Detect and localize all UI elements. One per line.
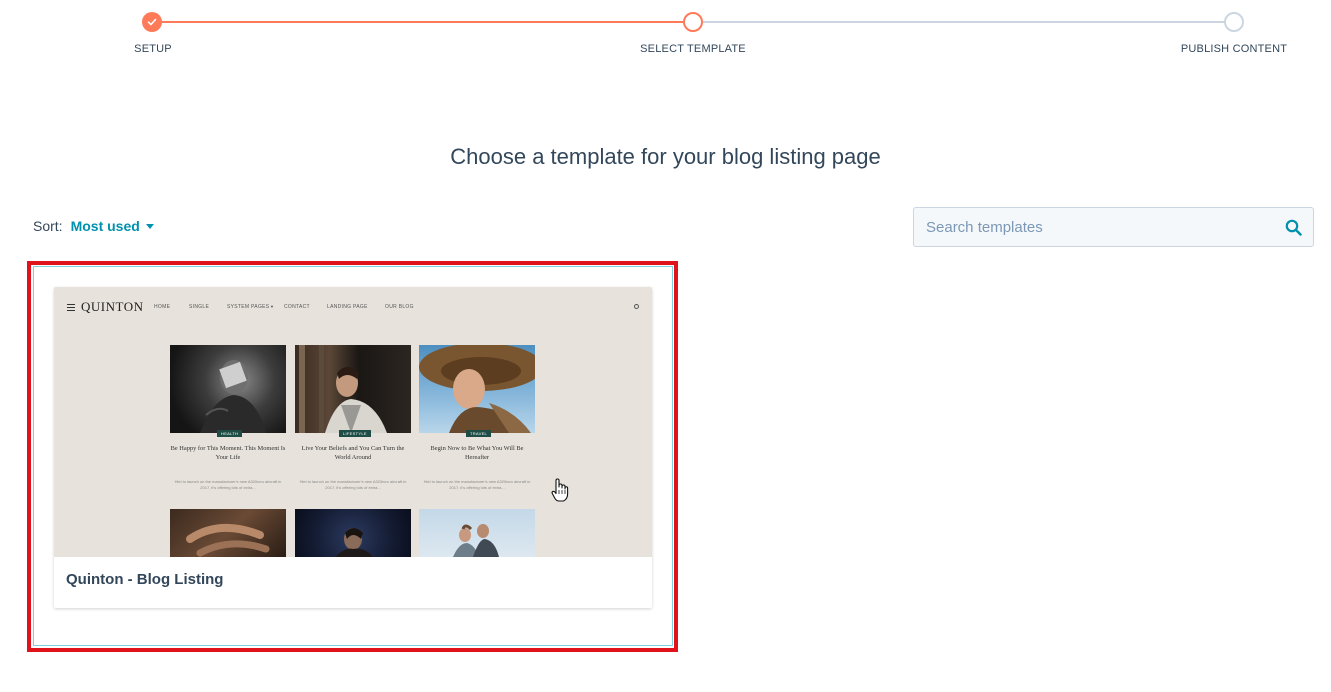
template-preview-thumbnail[interactable]: QUINTON HOME SINGLE SYSTEM PAGES ▼ CONTA…	[54, 287, 652, 557]
preview-menu-item: CONTACT	[284, 304, 310, 310]
stepper-line-upcoming	[693, 21, 1234, 23]
dropdown-arrow-icon: ▼	[270, 304, 275, 309]
preview-post-excerpt: Hiel to launch on the manufacturer's new…	[423, 479, 531, 490]
hamburger-menu-icon	[67, 304, 75, 313]
preview-post-excerpt: Hiel to launch on the manufacturer's new…	[299, 479, 407, 490]
preview-post-image	[295, 345, 411, 433]
preview-post-tag: TRAVEL	[466, 430, 492, 437]
preview-menu-item: LANDING PAGE	[327, 304, 368, 310]
preview-post-image	[295, 509, 411, 557]
sort-dropdown[interactable]: Most used	[71, 218, 154, 234]
search-input[interactable]	[914, 208, 1273, 246]
preview-menu-item: SYSTEM PAGES	[227, 304, 270, 310]
search-box	[913, 207, 1314, 247]
stepper-line-complete	[152, 21, 693, 23]
hand-pointer-cursor-icon	[551, 478, 569, 502]
preview-post-image	[170, 345, 286, 433]
step-publish-content-label: PUBLISH CONTENT	[1180, 43, 1288, 55]
preview-post-image	[170, 509, 286, 557]
template-card[interactable]: QUINTON HOME SINGLE SYSTEM PAGES ▼ CONTA…	[54, 287, 652, 608]
step-setup-checkmark-icon[interactable]	[142, 12, 162, 32]
preview-post-image	[419, 345, 535, 433]
preview-post-image	[419, 509, 535, 557]
preview-menu-item: SINGLE	[189, 304, 210, 310]
caret-down-icon	[145, 223, 154, 229]
preview-post-title: Be Happy for This Moment. This Moment Is…	[170, 445, 286, 461]
preview-post-title: Live Your Beliefs and You Can Turn the W…	[301, 445, 405, 461]
step-setup-label[interactable]: SETUP	[134, 43, 172, 55]
preview-nav: QUINTON HOME SINGLE SYSTEM PAGES ▼ CONTA…	[54, 287, 652, 327]
preview-logo: QUINTON	[81, 299, 144, 314]
preview-post-tag: HEALTH	[217, 430, 243, 437]
sort-value: Most used	[70, 218, 140, 234]
page-title: Choose a template for your blog listing …	[450, 144, 881, 169]
template-name[interactable]: Quinton - Blog Listing	[66, 571, 223, 588]
preview-post-tag: LIFESTYLE	[339, 430, 371, 437]
preview-menu-item: OUR BLOG	[385, 304, 414, 310]
sort-label: Sort:	[33, 218, 63, 234]
preview-search-icon	[634, 304, 639, 309]
checkmark-icon	[147, 18, 157, 26]
preview-menu-item: HOME	[154, 304, 171, 310]
search-icon[interactable]	[1273, 208, 1313, 246]
step-select-template-node	[683, 12, 703, 32]
step-select-template-label: SELECT TEMPLATE	[640, 43, 746, 55]
preview-post-title: Begin Now to Be What You Will Be Hereaft…	[430, 445, 524, 461]
step-publish-content-node	[1224, 12, 1244, 32]
progress-stepper: SETUP SELECT TEMPLATE PUBLISH CONTENT	[0, 0, 1331, 70]
sort-control: Sort: Most used	[33, 218, 154, 234]
preview-post-excerpt: Hiel to launch on the manufacturer's new…	[174, 479, 282, 490]
